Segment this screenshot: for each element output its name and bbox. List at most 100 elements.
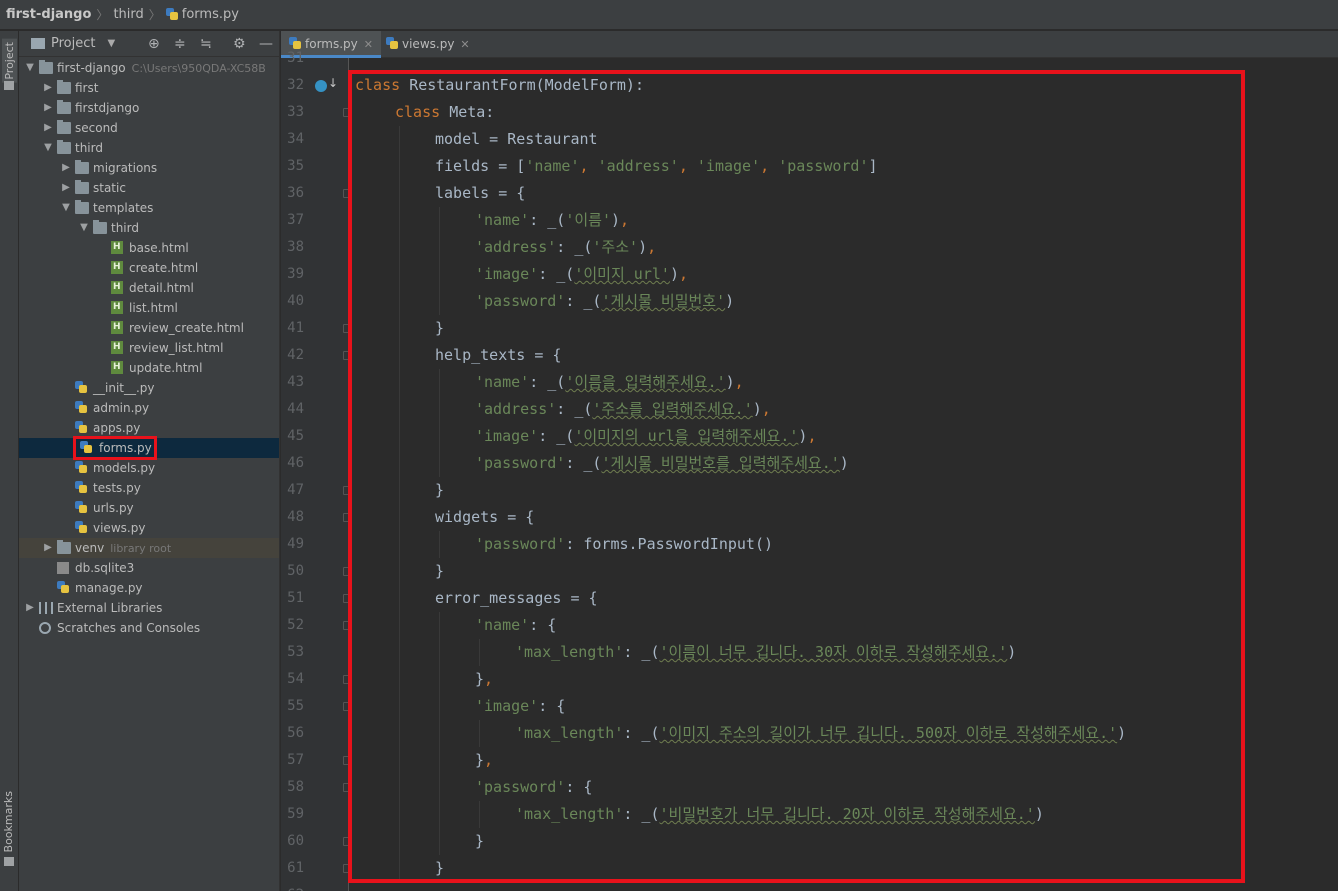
tree-item-label: second xyxy=(75,118,118,138)
line-number[interactable]: 46 xyxy=(281,450,349,477)
gear-icon[interactable]: ⚙ xyxy=(233,36,246,52)
line-number[interactable]: 50 xyxy=(281,558,351,585)
project-tool-tab[interactable]: Project xyxy=(2,39,17,83)
chevron-down-icon[interactable]: ▼ xyxy=(79,218,89,238)
line-number[interactable]: 53 xyxy=(281,639,349,666)
breadcrumb-file[interactable]: forms.py xyxy=(182,7,239,22)
line-number[interactable]: 44 xyxy=(281,396,349,423)
line-number[interactable]: 32 xyxy=(281,72,349,99)
tree-item-admin-py[interactable]: admin.py xyxy=(19,398,279,418)
line-number[interactable]: 37 xyxy=(281,207,349,234)
line-number[interactable]: 31 xyxy=(281,45,349,72)
tab-views-py[interactable]: views.py ✕ xyxy=(378,31,478,58)
tree-item-apps-py[interactable]: apps.py xyxy=(19,418,279,438)
line-number[interactable]: 45 xyxy=(281,423,349,450)
tree-item-tests-py[interactable]: tests.py xyxy=(19,478,279,498)
tree-item-db-sqlite3[interactable]: db.sqlite3 xyxy=(19,558,279,578)
line-number[interactable]: 43 xyxy=(281,369,349,396)
hide-icon[interactable]: — xyxy=(259,36,273,52)
line-number[interactable]: 36 xyxy=(281,180,351,207)
line-number[interactable]: 54 xyxy=(281,666,351,693)
python-file-icon xyxy=(57,581,71,593)
tree-item-list-html[interactable]: list.html xyxy=(19,298,279,318)
tree-item-review-create-html[interactable]: review_create.html xyxy=(19,318,279,338)
chevron-down-icon[interactable]: ▼ xyxy=(107,38,115,49)
line-number[interactable]: 59 xyxy=(281,801,349,828)
breadcrumb-folder[interactable]: third xyxy=(113,7,143,22)
tree-item-models-py[interactable]: models.py xyxy=(19,458,279,478)
tree-item-venv[interactable]: ▶ venv library root xyxy=(19,538,279,558)
chevron-down-icon[interactable]: ▼ xyxy=(25,58,35,78)
line-number[interactable]: 33 xyxy=(281,99,351,126)
expand-all-icon[interactable]: ≑ xyxy=(174,36,186,52)
implemented-icon[interactable] xyxy=(315,76,338,92)
tree-item-detail-html[interactable]: detail.html xyxy=(19,278,279,298)
line-number[interactable]: 55 xyxy=(281,693,351,720)
chevron-right-icon[interactable]: ▶ xyxy=(43,98,53,118)
line-number-text: 53 xyxy=(287,644,304,660)
locate-icon[interactable]: ⊕ xyxy=(148,36,160,52)
line-number[interactable]: 57 xyxy=(281,747,351,774)
tree-item-first-django[interactable]: ▼ first-django C:\Users\950QDA-XC58B xyxy=(19,58,279,78)
line-number[interactable]: 40 xyxy=(281,288,349,315)
chevron-right-icon[interactable]: ▶ xyxy=(43,78,53,98)
line-number[interactable]: 41 xyxy=(281,315,351,342)
line-number[interactable]: 61 xyxy=(281,855,351,882)
chevron-right-icon[interactable]: ▶ xyxy=(61,158,71,178)
chevron-right-icon[interactable]: ▶ xyxy=(43,538,53,558)
line-number[interactable]: 42 xyxy=(281,342,351,369)
line-number[interactable]: 48 xyxy=(281,504,351,531)
tree-item-urls-py[interactable]: urls.py xyxy=(19,498,279,518)
code-token: } xyxy=(435,319,445,337)
tree-item-manage-py[interactable]: manage.py xyxy=(19,578,279,598)
line-number[interactable]: 49 xyxy=(281,531,349,558)
line-number[interactable]: 35 xyxy=(281,153,349,180)
tree-item-label: base.html xyxy=(129,238,189,258)
tree-item-second[interactable]: ▶ second xyxy=(19,118,279,138)
code-line: 'address': _('주소를 입력해주세요.'), xyxy=(475,396,771,423)
code-token: '이미지 url' xyxy=(574,265,670,283)
line-number[interactable]: 51 xyxy=(281,585,351,612)
line-number[interactable]: 60 xyxy=(281,828,351,855)
code-editor[interactable]: class RestaurantForm(ModelForm): class Me… xyxy=(350,58,1338,891)
tree-item-init-py[interactable]: __init__.py xyxy=(19,378,279,398)
tree-item-external-libraries[interactable]: ▶ External Libraries xyxy=(19,598,279,618)
tree-item-label: apps.py xyxy=(93,418,140,438)
tree-item-static[interactable]: ▶ static xyxy=(19,178,279,198)
collapse-all-icon[interactable]: ≒ xyxy=(200,36,212,52)
bookmarks-tool-tab[interactable]: Bookmarks xyxy=(2,791,15,852)
close-icon[interactable]: ✕ xyxy=(460,38,469,51)
indent-guide xyxy=(439,828,440,855)
line-number[interactable]: 52 xyxy=(281,612,351,639)
chevron-right-icon[interactable]: ▶ xyxy=(25,598,35,618)
tree-item-third[interactable]: ▼ third xyxy=(19,138,279,158)
line-number[interactable]: 34 xyxy=(281,126,349,153)
code-token: 'password' xyxy=(475,292,566,310)
tree-item-create-html[interactable]: create.html xyxy=(19,258,279,278)
chevron-right-icon[interactable]: ▶ xyxy=(61,178,71,198)
tree-item-templates[interactable]: ▼ templates xyxy=(19,198,279,218)
line-number[interactable]: 38 xyxy=(281,234,349,261)
line-number[interactable]: 39 xyxy=(281,261,349,288)
tree-item-third[interactable]: ▼ third xyxy=(19,218,279,238)
tree-item-views-py[interactable]: views.py xyxy=(19,518,279,538)
breadcrumb-project[interactable]: first-django xyxy=(6,7,91,22)
line-number[interactable]: 56 xyxy=(281,720,349,747)
chevron-right-icon[interactable]: ▶ xyxy=(43,118,53,138)
tree-item-firstdjango[interactable]: ▶ firstdjango xyxy=(19,98,279,118)
line-number[interactable]: 47 xyxy=(281,477,351,504)
close-icon[interactable]: ✕ xyxy=(364,38,373,51)
line-number[interactable]: 58 xyxy=(281,774,351,801)
chevron-down-icon[interactable]: ▼ xyxy=(43,138,53,158)
tree-item-update-html[interactable]: update.html xyxy=(19,358,279,378)
tree-item-first[interactable]: ▶ first xyxy=(19,78,279,98)
tree-item-scratches-and-consoles[interactable]: Scratches and Consoles xyxy=(19,618,279,638)
line-number[interactable]: 62 xyxy=(281,882,349,891)
tree-item-base-html[interactable]: base.html xyxy=(19,238,279,258)
tree-item-forms-py[interactable]: forms.py xyxy=(19,436,279,460)
chevron-down-icon[interactable]: ▼ xyxy=(61,198,71,218)
tree-item-migrations[interactable]: ▶ migrations xyxy=(19,158,279,178)
tree-item-review-list-html[interactable]: review_list.html xyxy=(19,338,279,358)
project-view-selector[interactable]: Project xyxy=(51,36,95,51)
folder-icon xyxy=(57,540,71,554)
